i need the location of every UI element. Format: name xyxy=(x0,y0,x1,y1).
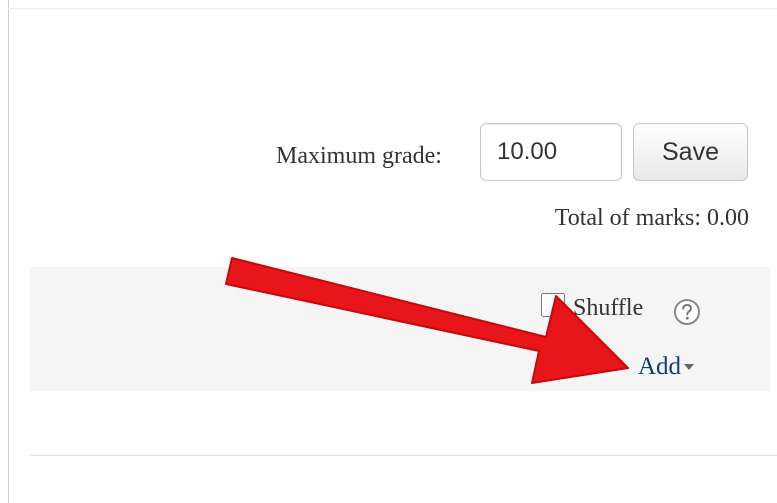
red-arrow-icon xyxy=(225,257,629,384)
add-menu-label: Add xyxy=(638,353,682,380)
maximum-grade-input[interactable] xyxy=(480,123,622,181)
total-of-marks: Total of marks: 0.00 xyxy=(555,205,749,232)
question-circle-icon[interactable] xyxy=(672,297,702,327)
shuffle-checkbox[interactable] xyxy=(541,293,565,317)
bottom-divider xyxy=(30,455,777,456)
total-of-marks-label: Total of marks: xyxy=(554,205,701,231)
save-button[interactable]: Save xyxy=(633,123,748,181)
page-top-border xyxy=(8,8,777,9)
caret-down-icon xyxy=(684,364,695,370)
quiz-editor-screenshot: Maximum grade: Save Total of marks:0.00 … xyxy=(0,0,777,503)
total-of-marks-value: 0.00 xyxy=(707,205,749,231)
shuffle-label: Shuffle xyxy=(573,295,644,321)
add-menu[interactable]: Add xyxy=(638,353,695,381)
page-left-border xyxy=(8,0,9,503)
maximum-grade-label: Maximum grade: xyxy=(276,143,442,169)
